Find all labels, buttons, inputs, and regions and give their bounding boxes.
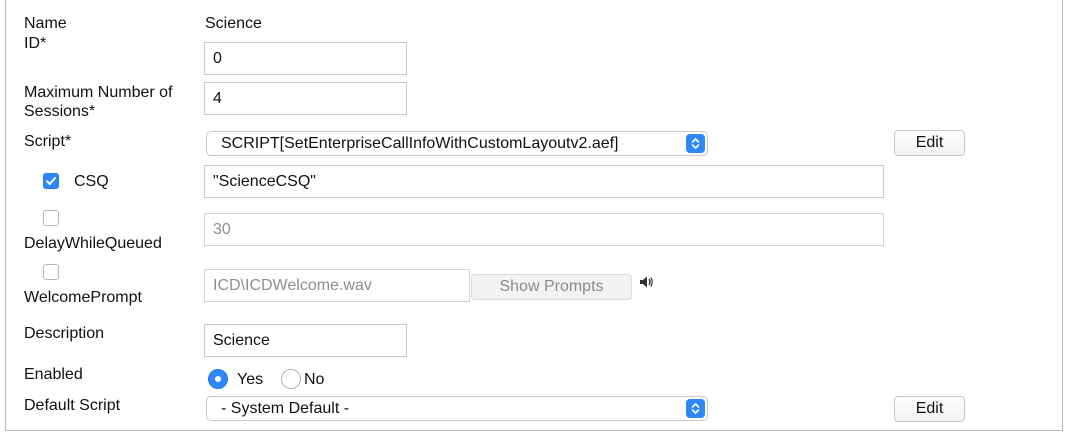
select-chevron-icon	[686, 399, 705, 418]
enabled-no-radio[interactable]	[281, 369, 301, 389]
id-input[interactable]: 0	[204, 42, 407, 75]
max-sessions-input[interactable]: 4	[204, 82, 407, 115]
delay-while-queued-checkbox[interactable]	[43, 210, 59, 226]
script-select[interactable]: SCRIPT[SetEnterpriseCallInfoWithCustomLa…	[206, 131, 708, 156]
welcome-prompt-input[interactable]: ICD\ICDWelcome.wav	[204, 269, 470, 302]
enabled-yes-radio[interactable]	[208, 369, 228, 389]
select-chevron-icon	[686, 134, 705, 153]
name-value: Science	[205, 15, 262, 32]
enabled-yes-label: Yes	[237, 371, 264, 388]
checkmark-icon	[46, 177, 56, 185]
script-edit-button[interactable]: Edit	[894, 130, 965, 156]
default-script-edit-button[interactable]: Edit	[894, 396, 965, 422]
description-label: Description	[24, 325, 105, 342]
show-prompts-button[interactable]: Show Prompts	[471, 274, 632, 300]
script-select-value: SCRIPT[SetEnterpriseCallInfoWithCustomLa…	[221, 135, 619, 152]
speaker-icon[interactable]	[638, 274, 654, 295]
csq-input[interactable]: "ScienceCSQ"	[204, 165, 884, 198]
welcome-prompt-checkbox[interactable]	[43, 264, 59, 280]
delay-while-queued-input[interactable]: 30	[204, 213, 884, 246]
csq-label: CSQ	[74, 173, 109, 190]
enabled-no-label: No	[304, 371, 325, 388]
description-input[interactable]: Science	[204, 324, 407, 357]
welcome-prompt-label: WelcomePrompt	[24, 289, 142, 306]
default-script-label: Default Script	[24, 397, 121, 414]
default-script-select[interactable]: - System Default -	[206, 396, 708, 421]
default-script-select-value: - System Default -	[221, 400, 350, 417]
csq-checkbox[interactable]	[43, 173, 59, 189]
max-sessions-label-line2: Sessions*	[24, 103, 96, 120]
id-label: ID*	[24, 35, 47, 52]
enabled-label: Enabled	[24, 366, 83, 383]
max-sessions-label-line1: Maximum Number of	[24, 84, 173, 101]
script-label: Script*	[24, 133, 72, 150]
delay-while-queued-label: DelayWhileQueued	[24, 235, 162, 252]
name-label: Name	[24, 15, 67, 32]
